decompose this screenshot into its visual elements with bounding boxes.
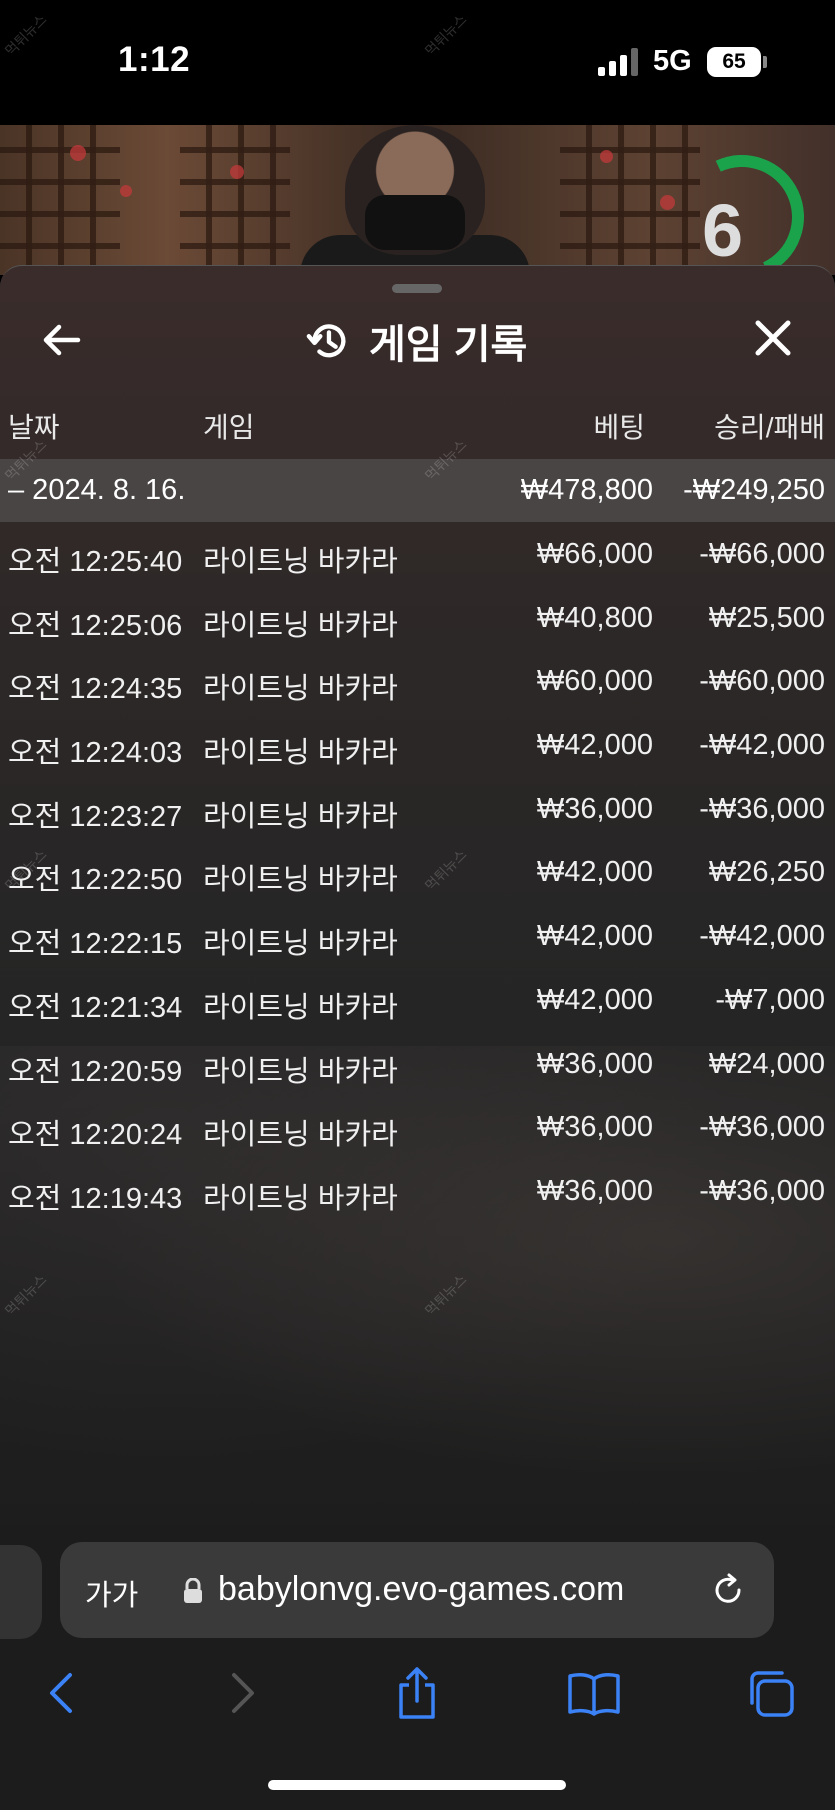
tabs-icon[interactable] [742, 1663, 802, 1723]
row-result: -₩66,000 [699, 538, 825, 570]
row-bet: ₩42,000 [536, 729, 653, 762]
row-time: 오전 12:21:34 [8, 991, 183, 1024]
day-summary-result: -₩249,250 [683, 474, 825, 506]
lattice-decor [560, 125, 700, 275]
row-result: ₩24,000 [708, 1047, 825, 1080]
row-time: 오전 12:23:27 [8, 800, 183, 833]
row-result: -₩36,000 [699, 1111, 825, 1144]
previous-tab-preview[interactable] [0, 1545, 42, 1639]
lattice-decor [0, 125, 120, 275]
browser-toolbar-area: 가가 babylonvg.evo-games.com [0, 1525, 835, 1810]
battery-icon: 65 [707, 47, 761, 77]
table-row[interactable]: 오전 12:22:50 라이트닝 바카라 ₩42,000 ₩26,250 [0, 840, 835, 904]
column-header-bet: 베팅 [593, 412, 645, 443]
row-bet: ₩66,000 [536, 538, 653, 570]
lattice-decor [180, 125, 290, 275]
row-bet: ₩36,000 [536, 1047, 653, 1080]
address-bar[interactable]: 가가 babylonvg.evo-games.com [60, 1542, 774, 1638]
row-game: 라이트닝 바카라 [203, 737, 398, 770]
blossom-decor [660, 195, 675, 210]
status-bar: 1:12 5G 65 [0, 0, 835, 125]
row-result: -₩42,000 [699, 729, 825, 762]
row-time: 오전 12:25:06 [8, 609, 183, 642]
table-row[interactable]: 오전 12:24:35 라이트닝 바카라 ₩60,000 -₩60,000 [0, 649, 835, 713]
game-record-list: 오전 12:25:40 라이트닝 바카라 ₩66,000 -₩66,000 오전… [0, 522, 835, 1223]
table-row[interactable]: 오전 12:20:59 라이트닝 바카라 ₩36,000 ₩24,000 [0, 1032, 835, 1096]
row-bet: ₩40,800 [536, 601, 653, 634]
sheet-grab-handle[interactable] [392, 284, 442, 293]
bookmarks-icon[interactable] [564, 1663, 624, 1723]
blossom-decor [120, 185, 132, 197]
row-time: 오전 12:25:40 [8, 546, 183, 578]
column-header-game: 게임 [203, 412, 255, 443]
row-bet: ₩36,000 [536, 792, 653, 825]
network-type: 5G [653, 45, 692, 77]
blossom-decor [230, 165, 244, 179]
row-game: 라이트닝 바카라 [203, 1119, 398, 1152]
page-title: 게임 기록 [369, 323, 528, 367]
row-game: 라이트닝 바카라 [203, 1182, 398, 1215]
column-header-result: 승리/패배 [714, 412, 825, 443]
reload-icon[interactable] [708, 1570, 748, 1610]
game-history-panel: 게임 기록 날짜 게임 베팅 승리/패배 – 2024. 8. 16. ₩478… [0, 265, 835, 1526]
row-game: 라이트닝 바카라 [203, 928, 398, 961]
row-bet: ₩42,000 [536, 856, 653, 889]
status-time: 1:12 [118, 40, 191, 79]
day-summary-row[interactable]: – 2024. 8. 16. ₩478,800 -₩249,250 [0, 459, 835, 522]
day-summary-bet: ₩478,800 [520, 474, 653, 506]
row-bet: ₩42,000 [536, 983, 653, 1016]
row-result: ₩25,500 [708, 601, 825, 634]
row-bet: ₩36,000 [536, 1111, 653, 1144]
table-header: 날짜 게임 베팅 승리/패배 [0, 406, 835, 446]
browser-back-icon[interactable] [32, 1663, 92, 1723]
table-row[interactable]: 오전 12:25:40 라이트닝 바카라 ₩66,000 -₩66,000 [0, 522, 835, 586]
row-bet: ₩60,000 [536, 665, 653, 698]
page-format-button[interactable]: 가가 [85, 1572, 138, 1614]
table-row[interactable]: 오전 12:22:15 라이트닝 바카라 ₩42,000 -₩42,000 [0, 904, 835, 968]
table-row[interactable]: 오전 12:23:27 라이트닝 바카라 ₩36,000 -₩36,000 [0, 777, 835, 841]
browser-forward-icon[interactable] [212, 1663, 272, 1723]
back-arrow-icon[interactable] [38, 316, 86, 364]
battery-tip [763, 56, 767, 68]
table-row[interactable]: 오전 12:21:34 라이트닝 바카라 ₩42,000 -₩7,000 [0, 968, 835, 1032]
row-game: 라이트닝 바카라 [203, 991, 398, 1024]
close-icon[interactable] [748, 313, 798, 363]
row-result: -₩42,000 [699, 920, 825, 953]
row-result: -₩7,000 [715, 983, 825, 1016]
row-time: 오전 12:20:24 [8, 1119, 183, 1152]
row-bet: ₩36,000 [536, 1174, 653, 1207]
blossom-decor [70, 145, 86, 161]
row-time: 오전 12:22:15 [8, 928, 183, 961]
url-text[interactable]: babylonvg.evo-games.com [218, 1570, 624, 1609]
row-result: -₩36,000 [699, 1174, 825, 1207]
row-result: -₩60,000 [699, 665, 825, 698]
table-row[interactable]: 오전 12:25:06 라이트닝 바카라 ₩40,800 ₩25,500 [0, 586, 835, 650]
history-icon [306, 324, 346, 358]
cellular-signal-icon [598, 48, 638, 76]
row-time: 오전 12:19:43 [8, 1182, 183, 1215]
row-game: 라이트닝 바카라 [203, 546, 398, 578]
row-time: 오전 12:20:59 [8, 1055, 183, 1088]
row-game: 라이트닝 바카라 [203, 1055, 398, 1088]
share-icon[interactable] [387, 1663, 447, 1723]
row-game: 라이트닝 바카라 [203, 673, 398, 706]
countdown-number: 6 [702, 189, 744, 272]
row-bet: ₩42,000 [536, 920, 653, 953]
day-summary-date: – 2024. 8. 16. [8, 474, 186, 506]
row-time: 오전 12:24:03 [8, 737, 183, 770]
row-game: 라이트닝 바카라 [203, 609, 398, 642]
table-row[interactable]: 오전 12:20:24 라이트닝 바카라 ₩36,000 -₩36,000 [0, 1095, 835, 1159]
table-row[interactable]: 오전 12:24:03 라이트닝 바카라 ₩42,000 -₩42,000 [0, 713, 835, 777]
row-time: 오전 12:24:35 [8, 673, 183, 706]
blossom-decor [600, 150, 613, 163]
row-game: 라이트닝 바카라 [203, 864, 398, 897]
row-result: -₩36,000 [699, 792, 825, 825]
lock-icon [184, 1578, 202, 1603]
panel-header: 게임 기록 [305, 311, 527, 371]
row-game: 라이트닝 바카라 [203, 800, 398, 833]
row-result: ₩26,250 [708, 856, 825, 889]
home-indicator[interactable] [268, 1780, 566, 1790]
dealer-mask [365, 195, 465, 250]
table-row[interactable]: 오전 12:19:43 라이트닝 바카라 ₩36,000 -₩36,000 [0, 1159, 835, 1223]
